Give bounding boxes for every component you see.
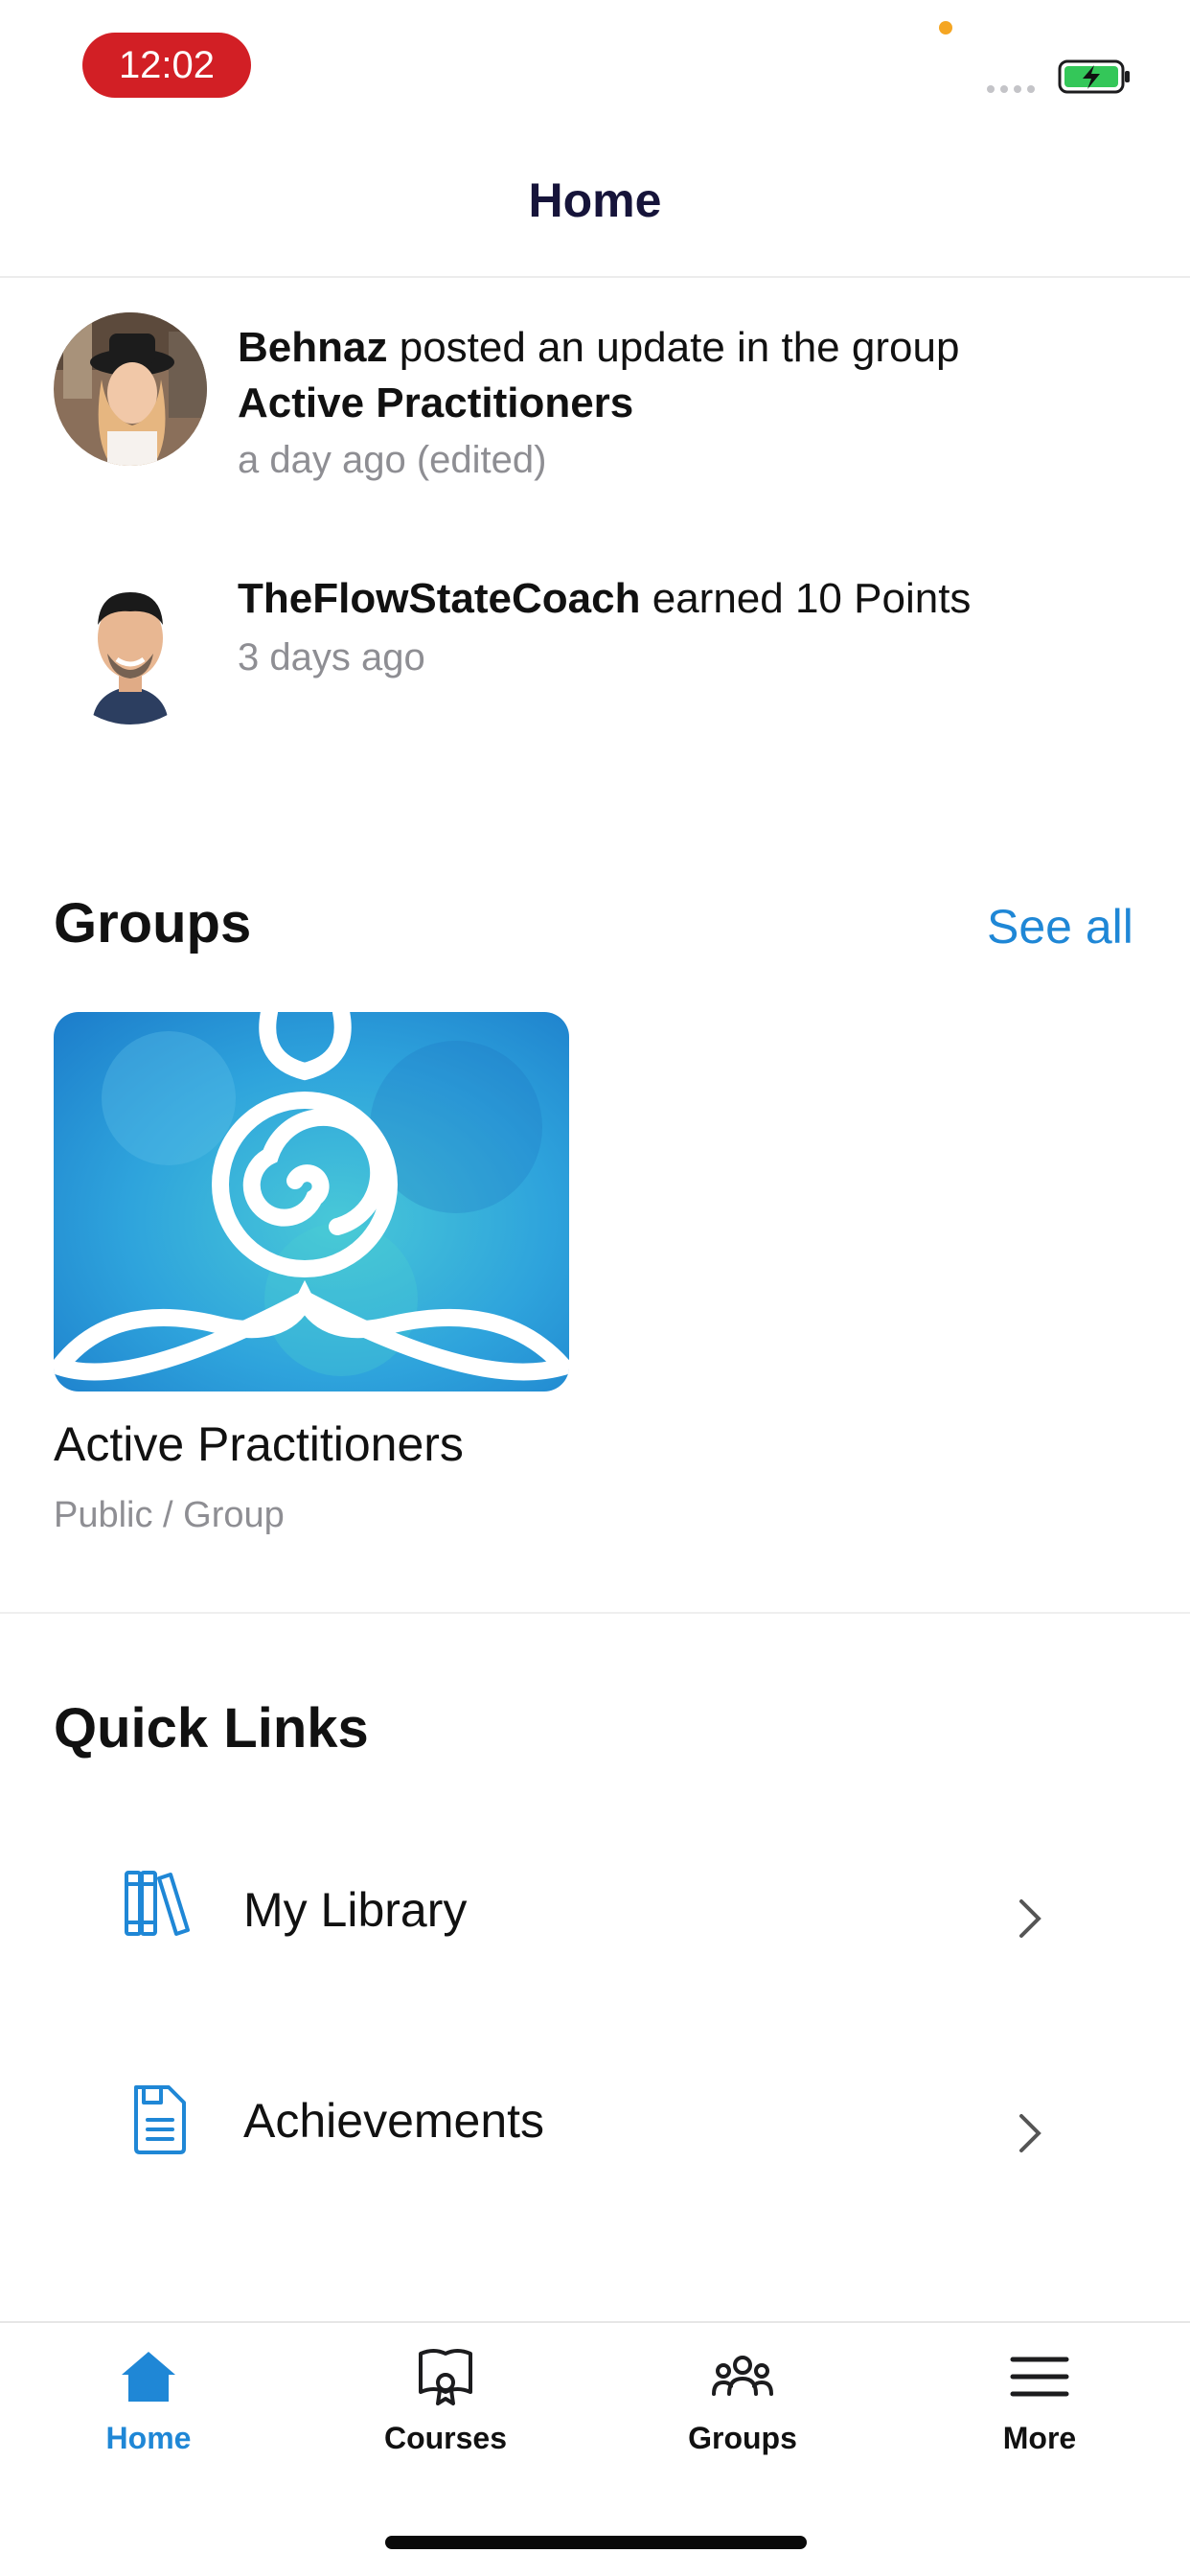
tab-label: Home xyxy=(105,2421,192,2455)
avatar[interactable] xyxy=(54,571,207,724)
books-icon xyxy=(125,1871,190,1936)
activity-time: 3 days ago xyxy=(238,636,425,678)
tab-home[interactable]: Home xyxy=(0,2329,297,2482)
quick-link-label: Achievements xyxy=(243,2094,545,2148)
groups-section-title: Groups xyxy=(54,892,252,954)
activity-item[interactable]: TheFlowStateCoach earned 10 Points 3 day… xyxy=(0,562,1190,734)
activity-user[interactable]: Behnaz xyxy=(238,324,387,371)
status-time: 12:02 xyxy=(82,33,251,98)
quick-link-label: My Library xyxy=(243,1883,468,1937)
chevron-right-icon xyxy=(1019,1899,1041,1938)
document-icon xyxy=(134,2085,186,2154)
tab-more[interactable]: More xyxy=(891,2329,1188,2482)
quick-links-section-title: Quick Links xyxy=(54,1697,369,1760)
activity-time: a day ago (edited) xyxy=(238,439,547,481)
chevron-right-icon xyxy=(1019,2114,1041,2152)
activity-group-link[interactable]: Active Practitioners xyxy=(238,380,633,426)
tab-groups[interactable]: Groups xyxy=(594,2329,891,2482)
tab-bar-divider xyxy=(0,2321,1190,2323)
signal-icon xyxy=(987,80,1041,93)
privacy-indicator-dot xyxy=(939,21,952,34)
activity-item[interactable]: Behnaz posted an update in the group Act… xyxy=(0,303,1190,504)
groups-icon xyxy=(712,2356,773,2396)
header-divider xyxy=(0,276,1190,278)
quick-link-achievements[interactable]: Achievements xyxy=(0,2037,1190,2210)
courses-icon xyxy=(419,2349,472,2405)
see-all-groups-link[interactable]: See all xyxy=(987,899,1133,954)
menu-icon xyxy=(1010,2357,1069,2397)
battery-charging-icon xyxy=(1058,59,1130,94)
group-card[interactable]: Active Practitioners Public / Group xyxy=(54,1012,569,1549)
group-name[interactable]: Active Practitioners xyxy=(54,1416,464,1472)
tab-courses[interactable]: Courses xyxy=(297,2329,594,2482)
home-indicator[interactable] xyxy=(385,2536,807,2549)
page-title: Home xyxy=(528,173,662,227)
activity-action: posted an update in the group xyxy=(399,324,960,371)
home-icon xyxy=(122,2352,175,2402)
tab-label: Groups xyxy=(688,2421,797,2455)
group-cover-image xyxy=(54,1012,569,1392)
group-meta: Public / Group xyxy=(54,1495,285,1535)
section-divider xyxy=(0,1612,1190,1614)
quick-link-my-library[interactable]: My Library xyxy=(0,1825,1190,1997)
avatar[interactable] xyxy=(54,312,207,466)
activity-action: earned 10 Points xyxy=(652,575,972,622)
tab-label: More xyxy=(1002,2421,1077,2455)
activity-user[interactable]: TheFlowStateCoach xyxy=(238,575,641,622)
tab-label: Courses xyxy=(383,2421,508,2455)
